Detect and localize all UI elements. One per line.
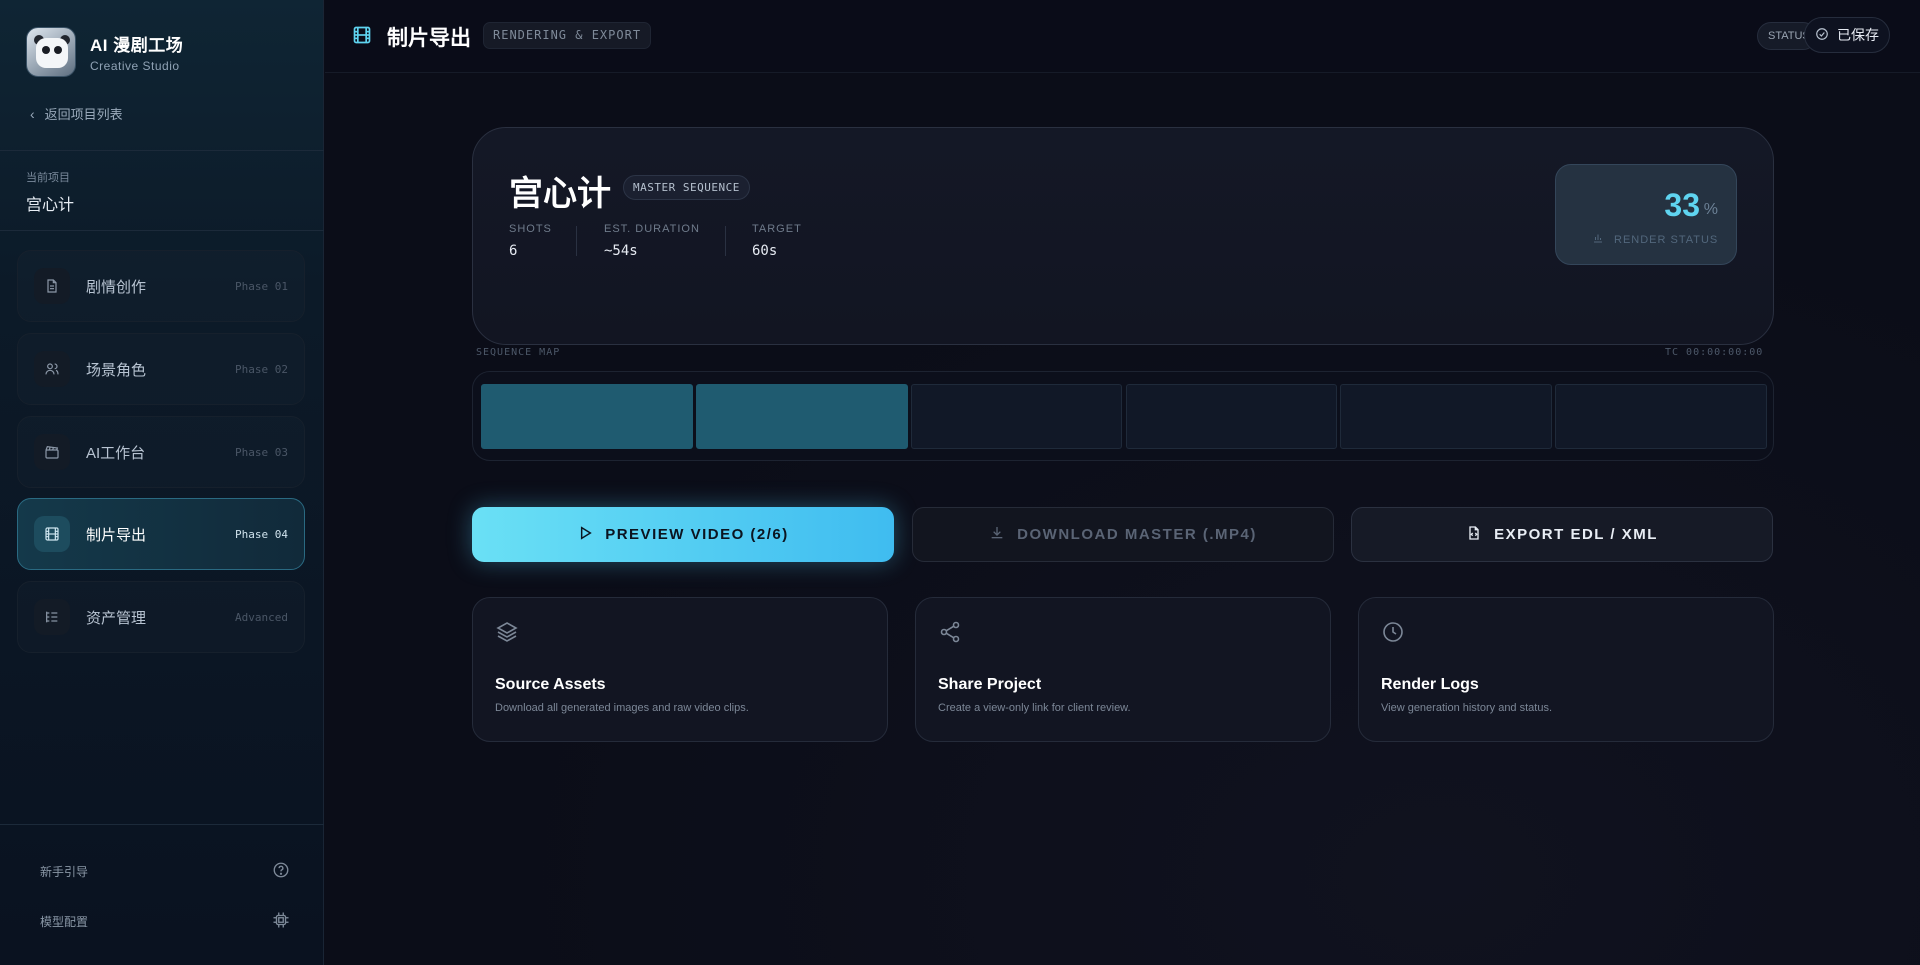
project-summary-card: 宫心计 MASTER SEQUENCE SHOTS 6 EST. DURATIO…: [472, 127, 1774, 345]
saved-label: 已保存: [1837, 27, 1879, 43]
back-to-projects-link[interactable]: ‹ 返回项目列表: [30, 104, 123, 123]
card-title: Render Logs: [1381, 676, 1479, 693]
bar-chart-icon: [1592, 232, 1604, 247]
phase-label: Advanced: [235, 610, 288, 624]
footer-label: 新手引导: [40, 865, 89, 879]
stat-key: SHOTS: [509, 223, 552, 235]
sidebar: AI 漫剧工场 Creative Studio ‹ 返回项目列表 当前项目 宫心…: [0, 0, 324, 965]
film-icon: [34, 516, 70, 552]
stat-shots: SHOTS 6: [509, 223, 552, 259]
download-master-button[interactable]: DOWNLOAD MASTER (.MP4): [912, 507, 1334, 562]
current-project-name: 宫心计: [26, 197, 75, 214]
sidebar-item-scenes[interactable]: 场景角色 Phase 02: [17, 333, 305, 405]
render-percent-unit: %: [1703, 201, 1718, 218]
document-icon: [34, 268, 70, 304]
sidebar-item-label: 资产管理: [86, 609, 147, 627]
file-code-icon: [1466, 525, 1482, 545]
stat-value: 60s: [752, 243, 778, 259]
sequence-segment-pending[interactable]: [910, 384, 1123, 449]
users-icon: [34, 351, 70, 387]
back-label: 返回项目列表: [44, 107, 123, 122]
stat-target: TARGET 60s: [752, 223, 802, 259]
export-label: EXPORT EDL / XML: [1494, 526, 1658, 543]
sequence-segment-complete[interactable]: [481, 384, 693, 449]
card-description: Download all generated images and raw vi…: [495, 702, 749, 714]
stat-key: EST. DURATION: [604, 223, 700, 235]
render-status-card: 33 % RENDER STATUS: [1555, 164, 1737, 265]
help-circle-icon: [272, 861, 290, 882]
sequence-map-label: SEQUENCE MAP: [476, 347, 561, 358]
export-edl-xml-button[interactable]: EXPORT EDL / XML: [1351, 507, 1773, 562]
sequence-segment-complete[interactable]: [695, 384, 908, 449]
sidebar-item-label: 场景角色: [86, 361, 147, 379]
layers-icon: [495, 620, 519, 649]
download-label: DOWNLOAD MASTER (.MP4): [1017, 526, 1257, 543]
clapperboard-icon: [34, 434, 70, 470]
sidebar-item-label: AI工作台: [86, 444, 146, 462]
top-header: 制片导出 RENDERING & EXPORT STATUS 已保存: [325, 0, 1920, 73]
list-tree-icon: [34, 599, 70, 635]
phase-label: Phase 02: [235, 362, 288, 376]
divider: [725, 226, 726, 256]
footer-label: 模型配置: [40, 915, 89, 929]
share-project-card[interactable]: Share Project Create a view-only link fo…: [915, 597, 1331, 742]
brand-title: AI 漫剧工场: [90, 36, 184, 55]
render-logs-card[interactable]: Render Logs View generation history and …: [1358, 597, 1774, 742]
card-title: Source Assets: [495, 676, 606, 693]
source-assets-card[interactable]: Source Assets Download all generated ima…: [472, 597, 888, 742]
project-title: 宫心计: [509, 175, 611, 213]
phase-label: Phase 04: [235, 527, 288, 541]
phase-label: Phase 03: [235, 445, 288, 459]
stat-key: TARGET: [752, 223, 802, 235]
divider: [0, 230, 324, 231]
sidebar-item-assets[interactable]: 资产管理 Advanced: [17, 581, 305, 653]
card-description: Create a view-only link for client revie…: [938, 702, 1131, 714]
sequence-segment-pending[interactable]: [1340, 384, 1553, 449]
preview-label: PREVIEW VIDEO (2/6): [605, 526, 789, 543]
sequence-map: [472, 371, 1774, 461]
render-status-label-row: RENDER STATUS: [1592, 232, 1718, 247]
divider: [576, 226, 577, 256]
stat-duration: EST. DURATION ~54s: [604, 223, 700, 259]
sidebar-item-label: 剧情创作: [86, 278, 147, 296]
brand-subtitle: Creative Studio: [90, 59, 180, 73]
cpu-icon: [272, 911, 290, 932]
current-project-label: 当前项目: [26, 172, 70, 184]
card-title: Share Project: [938, 676, 1042, 693]
card-description: View generation history and status.: [1381, 702, 1553, 714]
divider: [0, 824, 324, 825]
divider: [0, 150, 324, 151]
stat-value: ~54s: [604, 243, 638, 259]
saved-status-button[interactable]: 已保存: [1804, 17, 1890, 53]
sidebar-item-export[interactable]: 制片导出 Phase 04: [17, 498, 305, 570]
play-icon: [577, 525, 593, 545]
check-circle-icon: [1815, 27, 1829, 44]
onboarding-guide-link[interactable]: 新手引导: [40, 861, 290, 882]
sidebar-item-label: 制片导出: [86, 526, 147, 544]
sequence-badge: MASTER SEQUENCE: [623, 175, 750, 200]
download-icon: [989, 525, 1005, 545]
clock-icon: [1381, 620, 1405, 649]
timecode-readout: TC 00:00:00:00: [1665, 347, 1764, 358]
film-icon: [352, 25, 372, 50]
sidebar-item-ai-workbench[interactable]: AI工作台 Phase 03: [17, 416, 305, 488]
sidebar-item-story[interactable]: 剧情创作 Phase 01: [17, 250, 305, 322]
render-status-label: RENDER STATUS: [1614, 233, 1719, 246]
sequence-segment-pending[interactable]: [1125, 384, 1338, 449]
preview-video-button[interactable]: PREVIEW VIDEO (2/6): [472, 507, 894, 562]
page-title: 制片导出: [387, 27, 471, 50]
share-icon: [938, 620, 962, 649]
phase-label: Phase 01: [235, 279, 288, 293]
stat-value: 6: [509, 243, 518, 259]
sequence-segment-pending[interactable]: [1555, 384, 1767, 449]
brand-logo: [26, 27, 76, 77]
model-config-link[interactable]: 模型配置: [40, 911, 290, 932]
chevron-left-icon: ‹: [30, 105, 35, 122]
brand[interactable]: AI 漫剧工场 Creative Studio: [26, 27, 183, 77]
page-subtitle-tag: RENDERING & EXPORT: [483, 22, 652, 49]
render-percent-value: 33: [1664, 187, 1700, 223]
